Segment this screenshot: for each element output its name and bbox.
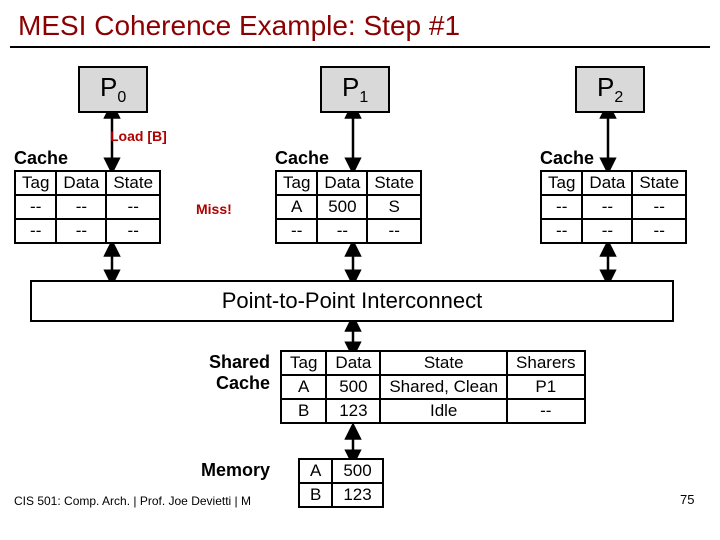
th: Tag [541,171,582,195]
td: -- [56,219,106,243]
cache-label-1: Cache [275,148,329,169]
diagram-stage: P0 P1 P2 Load [B] Cache Cache Cache TagD… [0,48,720,508]
interconnect-bar: Point-to-Point Interconnect [30,280,674,322]
td: -- [632,219,686,243]
td: -- [582,195,632,219]
cache-table-1: TagDataState A500S ------ [275,170,422,244]
page-number: 75 [680,492,694,507]
processor-p0: P0 [78,66,148,113]
proc-sub: 0 [117,89,126,106]
cache-table-2: TagDataState ------ ------ [540,170,687,244]
th: Sharers [507,351,585,375]
td: -- [541,219,582,243]
td: S [367,195,421,219]
cache-table-0: TagDataState ------ ------ [14,170,161,244]
td: -- [582,219,632,243]
td: B [281,399,326,423]
th: State [632,171,686,195]
shared-word2: Cache [216,373,270,393]
memory-label: Memory [190,460,270,481]
td: 123 [332,483,382,507]
proc-label: P [342,72,359,102]
td: 500 [326,375,380,399]
shared-cache-table: Tag Data State Sharers A 500 Shared, Cle… [280,350,586,424]
td: Idle [380,399,507,423]
th: Tag [281,351,326,375]
slide-title: MESI Coherence Example: Step #1 [0,0,720,46]
th: Tag [276,171,317,195]
td: -- [276,219,317,243]
td: -- [317,219,367,243]
miss-label: Miss! [196,201,232,217]
proc-sub: 2 [614,89,623,106]
td: A [276,195,317,219]
proc-sub: 1 [359,89,368,106]
td: 123 [326,399,380,423]
processor-p2: P2 [575,66,645,113]
td: 500 [317,195,367,219]
memory-table: A500 B123 [298,458,384,508]
proc-label: P [597,72,614,102]
td: B [299,483,332,507]
th: Data [326,351,380,375]
th: State [380,351,507,375]
th: State [367,171,421,195]
td: -- [56,195,106,219]
td: -- [106,219,160,243]
load-b-label: Load [B] [110,128,167,144]
td: -- [632,195,686,219]
td: -- [15,195,56,219]
cache-label-0: Cache [14,148,68,169]
td: -- [106,195,160,219]
processor-p1: P1 [320,66,390,113]
th: State [106,171,160,195]
th: Tag [15,171,56,195]
td: -- [367,219,421,243]
td: P1 [507,375,585,399]
td: 500 [332,459,382,483]
td: -- [507,399,585,423]
cache-label-2: Cache [540,148,594,169]
td: -- [15,219,56,243]
proc-label: P [100,72,117,102]
shared-word1: Shared [209,352,270,372]
th: Data [56,171,106,195]
arrow-layer [0,48,720,508]
slide-footer: CIS 501: Comp. Arch. | Prof. Joe Deviett… [14,494,251,508]
td: A [299,459,332,483]
td: Shared, Clean [380,375,507,399]
shared-cache-label: Shared Cache [190,352,270,394]
td: A [281,375,326,399]
td: -- [541,195,582,219]
th: Data [317,171,367,195]
th: Data [582,171,632,195]
